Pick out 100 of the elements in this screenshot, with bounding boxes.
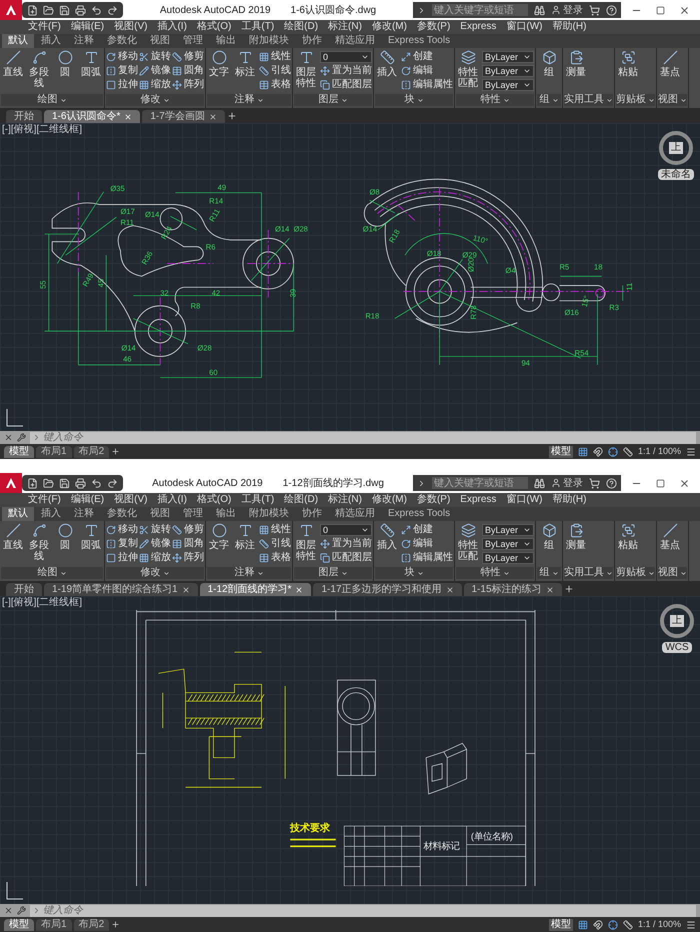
layout-tab[interactable]: 布局1 — [36, 918, 72, 930]
menu-item[interactable]: 文件(F) — [28, 494, 61, 506]
save-icon[interactable] — [59, 4, 70, 16]
ribbon-tool-button[interactable]: 线性 — [259, 523, 291, 537]
document-tab[interactable]: 1-6认识圆命令* — [44, 110, 140, 123]
menu-item[interactable]: 格式(O) — [196, 494, 232, 506]
ribbon-tool-button[interactable]: 旋转 — [139, 523, 171, 537]
ribbon-tool-button[interactable]: 阵列 — [172, 78, 204, 92]
new-tab-icon[interactable] — [226, 111, 237, 121]
printer-icon[interactable] — [75, 478, 86, 488]
model-space-button[interactable]: 模型 — [548, 918, 573, 930]
menu-item[interactable]: 文件(F) — [28, 21, 61, 33]
crosshair-icon[interactable] — [608, 446, 618, 456]
ribbon-tool-button[interactable]: 复制 — [106, 64, 138, 78]
ribbon-tool-button[interactable]: 直线 — [1, 523, 25, 551]
ribbon-tool-button[interactable]: 编辑属性 — [401, 78, 453, 92]
dropdown-field[interactable]: ByLayer — [482, 79, 534, 91]
menu-item[interactable]: 工具(T) — [241, 21, 274, 33]
close-icon[interactable] — [4, 433, 13, 442]
ribbon-tool-button[interactable]: 旋转 — [139, 50, 171, 64]
dropdown-field[interactable]: 0 — [320, 524, 372, 536]
ribbon-tab[interactable]: 视图 — [144, 34, 176, 48]
ribbon-tool-button[interactable]: 引线 — [259, 537, 291, 551]
ribbon-tool-button[interactable]: 移动 — [106, 523, 138, 537]
ribbon-tool-button[interactable]: 编辑 — [401, 64, 453, 78]
layout-tab[interactable]: 布局1 — [36, 446, 72, 458]
menu-item[interactable]: 编辑(E) — [70, 494, 104, 506]
crosshair-icon[interactable] — [608, 920, 618, 930]
ribbon-tab[interactable]: 附加模块 — [243, 507, 295, 521]
menu-icon[interactable] — [686, 446, 696, 456]
viewport-label[interactable]: [-][俯视][二维线框] — [2, 124, 82, 135]
ribbon-tool-button[interactable]: 圆弧 — [79, 50, 103, 78]
ribbon-tool-button[interactable]: 插入 — [375, 523, 399, 551]
layout-tab[interactable]: 模型 — [4, 918, 34, 930]
dropdown-field[interactable]: 0 — [320, 51, 372, 63]
ribbon-tool-button[interactable]: 缩放 — [139, 78, 171, 92]
ribbon-tab[interactable]: 精选应用 — [329, 507, 381, 521]
ribbon-tool-button[interactable]: 粘贴 — [616, 523, 640, 551]
ribbon-tool-button[interactable]: 组 — [537, 523, 561, 551]
ribbon-tool-button[interactable]: 阵列 — [172, 551, 204, 565]
viewcube[interactable]: 上 — [660, 604, 694, 638]
app-logo-icon[interactable] — [0, 473, 22, 493]
ucs-menu-button[interactable]: WCS — [662, 642, 692, 653]
ribbon-tab[interactable]: 默认 — [2, 507, 34, 521]
document-tab[interactable]: 1-7学会画圆 — [142, 110, 225, 123]
close-icon[interactable] — [679, 4, 690, 16]
ribbon-tool-button[interactable]: 表格 — [259, 78, 291, 92]
ribbon-tab[interactable]: 精选应用 — [329, 34, 381, 48]
new-file-icon[interactable] — [27, 478, 38, 488]
maximize-icon[interactable] — [656, 6, 665, 14]
new-tab-icon[interactable] — [564, 584, 574, 594]
snap-icon[interactable] — [592, 446, 603, 456]
ribbon-tool-button[interactable]: 多段线 — [27, 50, 51, 89]
menu-item[interactable]: Express — [460, 494, 496, 506]
ribbon-tool-button[interactable]: 线性 — [259, 50, 291, 64]
ribbon-tab[interactable]: 参数化 — [101, 34, 143, 48]
menu-item[interactable]: 参数(P) — [416, 21, 450, 33]
grid-icon[interactable] — [578, 446, 588, 456]
ribbon-tool-button[interactable]: 组 — [537, 50, 561, 78]
ribbon-tool-button[interactable]: 创建 — [401, 523, 453, 537]
ribbon-tool-button[interactable]: 拉伸 — [106, 78, 138, 92]
ribbon-tab[interactable]: 插入 — [35, 507, 67, 521]
folder-icon[interactable] — [43, 4, 54, 16]
ribbon-tool-button[interactable]: 文字 — [207, 50, 231, 78]
menu-item[interactable]: 标注(N) — [328, 21, 362, 33]
add-layout-icon[interactable] — [111, 447, 120, 456]
binoculars-icon[interactable] — [534, 4, 545, 16]
ribbon-tool-button[interactable]: 拉伸 — [106, 551, 138, 565]
new-file-icon[interactable] — [27, 4, 38, 16]
annotation-scale[interactable]: 1:1 / 100% — [638, 444, 681, 458]
ribbon-tool-button[interactable]: 编辑 — [401, 537, 453, 551]
ribbon-tool-button[interactable]: 置为当前 — [320, 64, 372, 78]
ribbon-tab[interactable]: 视图 — [144, 507, 176, 521]
ribbon-tool-button[interactable]: 圆 — [53, 50, 77, 78]
ribbon-tool-button[interactable]: 图层特性 — [294, 523, 318, 562]
menu-item[interactable]: 绘图(D) — [284, 21, 318, 33]
ribbon-tool-button[interactable]: 圆弧 — [79, 523, 103, 551]
ribbon-tool-button[interactable]: 文字 — [207, 523, 231, 551]
cart-icon[interactable] — [589, 4, 600, 16]
ribbon-tab[interactable]: 协作 — [296, 34, 328, 48]
ribbon-tool-button[interactable]: 镜像 — [139, 64, 171, 78]
save-icon[interactable] — [59, 478, 70, 488]
wrench-icon[interactable] — [17, 906, 26, 915]
app-logo-icon[interactable] — [0, 0, 22, 20]
ribbon-tool-button[interactable]: 镜像 — [139, 537, 171, 551]
dropdown-field[interactable]: ByLayer — [482, 538, 534, 550]
ribbon-tool-button[interactable]: 缩放 — [139, 551, 171, 565]
ribbon-tool-button[interactable]: 创建 — [401, 50, 453, 64]
menu-item[interactable]: 视图(V) — [114, 21, 148, 33]
close-icon[interactable] — [182, 586, 190, 594]
ribbon-tab[interactable]: 输出 — [210, 34, 242, 48]
ribbon-tool-button[interactable]: 插入 — [375, 50, 399, 78]
grid-icon[interactable] — [578, 920, 588, 930]
help-icon[interactable] — [606, 4, 617, 16]
maximize-icon[interactable] — [656, 478, 665, 488]
ribbon-tool-button[interactable]: 圆角 — [172, 537, 204, 551]
close-icon[interactable] — [546, 586, 554, 594]
document-tab[interactable]: 1-17正多边形的学习和使用 — [313, 583, 462, 596]
ribbon-tool-button[interactable]: 引线 — [259, 64, 291, 78]
printer-icon[interactable] — [75, 4, 86, 16]
